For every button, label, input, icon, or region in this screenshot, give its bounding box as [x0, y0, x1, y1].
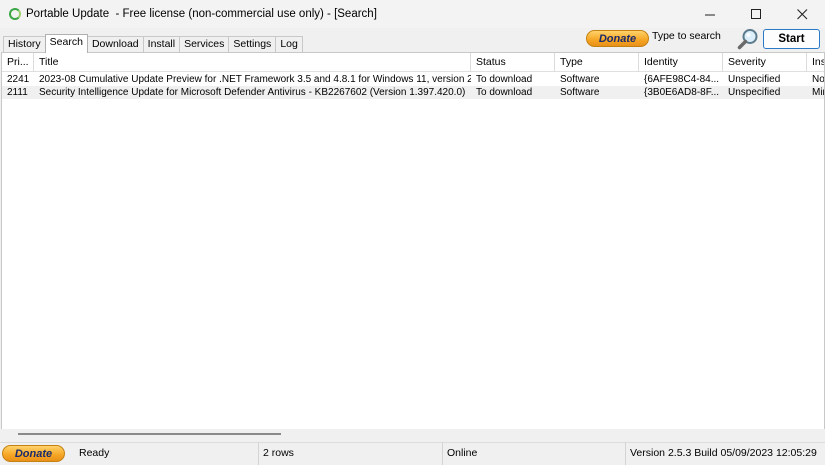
window-controls: [687, 0, 825, 28]
horizontal-scrollbar[interactable]: [1, 429, 825, 439]
maximize-icon: [750, 8, 761, 19]
cell-severity: Unspecified: [728, 74, 781, 85]
tab-install[interactable]: Install: [142, 36, 181, 53]
column-header-severity[interactable]: Severity: [723, 53, 807, 72]
status-version: Version 2.5.3 Build 05/09/2023 12:05:29: [625, 442, 825, 465]
cell-installed: Mir: [812, 87, 825, 98]
donate-button-bottom[interactable]: Donate: [2, 445, 65, 462]
column-header-identity[interactable]: Identity: [639, 53, 723, 72]
tab-settings[interactable]: Settings: [228, 36, 277, 53]
minimize-icon: [704, 14, 715, 15]
table-row[interactable]: 2111 Security Intelligence Update for Mi…: [2, 86, 825, 99]
cell-title: Security Intelligence Update for Microso…: [39, 87, 466, 98]
cell-identity: {3B0E6AD8-8F...: [644, 87, 720, 98]
search-input[interactable]: Type to search: [652, 30, 721, 42]
status-row-count: 2 rows: [258, 442, 442, 465]
cell-status: To download: [476, 87, 533, 98]
tab-search[interactable]: Search: [44, 34, 88, 53]
close-icon: [796, 8, 807, 19]
app-logo-icon: [9, 8, 21, 20]
status-state: Ready: [79, 447, 110, 459]
table-header: Pri... Title Status Type Identity Severi…: [2, 53, 824, 72]
tab-history[interactable]: History: [3, 36, 46, 53]
cell-priority: 2111: [7, 87, 28, 98]
column-header-status[interactable]: Status: [471, 53, 555, 72]
cell-type: Software: [560, 87, 600, 98]
cell-installed: No: [812, 74, 825, 85]
tab-log[interactable]: Log: [275, 36, 303, 53]
minimize-button[interactable]: [687, 0, 733, 28]
column-header-type[interactable]: Type: [555, 53, 639, 72]
cell-identity: {6AFE98C4-84...: [644, 74, 720, 85]
maximize-button[interactable]: [733, 0, 779, 28]
cell-priority: 2241: [7, 74, 30, 85]
scrollbar-thumb[interactable]: [18, 433, 281, 435]
column-header-installed[interactable]: Ins: [807, 53, 824, 72]
tab-download[interactable]: Download: [86, 36, 144, 53]
cell-title: 2023-08 Cumulative Update Preview for .N…: [39, 74, 471, 85]
column-header-title[interactable]: Title: [34, 53, 471, 72]
tab-strip: History Search Download Install Services…: [3, 34, 303, 53]
status-connection: Online: [442, 442, 625, 465]
updates-table: Pri... Title Status Type Identity Severi…: [1, 52, 825, 438]
cell-type: Software: [560, 74, 600, 85]
cell-status: To download: [476, 74, 533, 85]
window-title: Portable Update - Free license (non-comm…: [26, 8, 377, 20]
table-row[interactable]: 2241 2023-08 Cumulative Update Preview f…: [2, 73, 825, 86]
title-bar: Portable Update - Free license (non-comm…: [0, 0, 825, 28]
column-header-priority[interactable]: Pri...: [2, 53, 34, 72]
donate-button[interactable]: Donate: [586, 30, 649, 47]
close-button[interactable]: [779, 0, 825, 28]
start-button[interactable]: Start: [763, 29, 820, 49]
cell-severity: Unspecified: [728, 87, 781, 98]
magnifier-icon[interactable]: [737, 28, 759, 50]
tab-services[interactable]: Services: [179, 36, 230, 53]
